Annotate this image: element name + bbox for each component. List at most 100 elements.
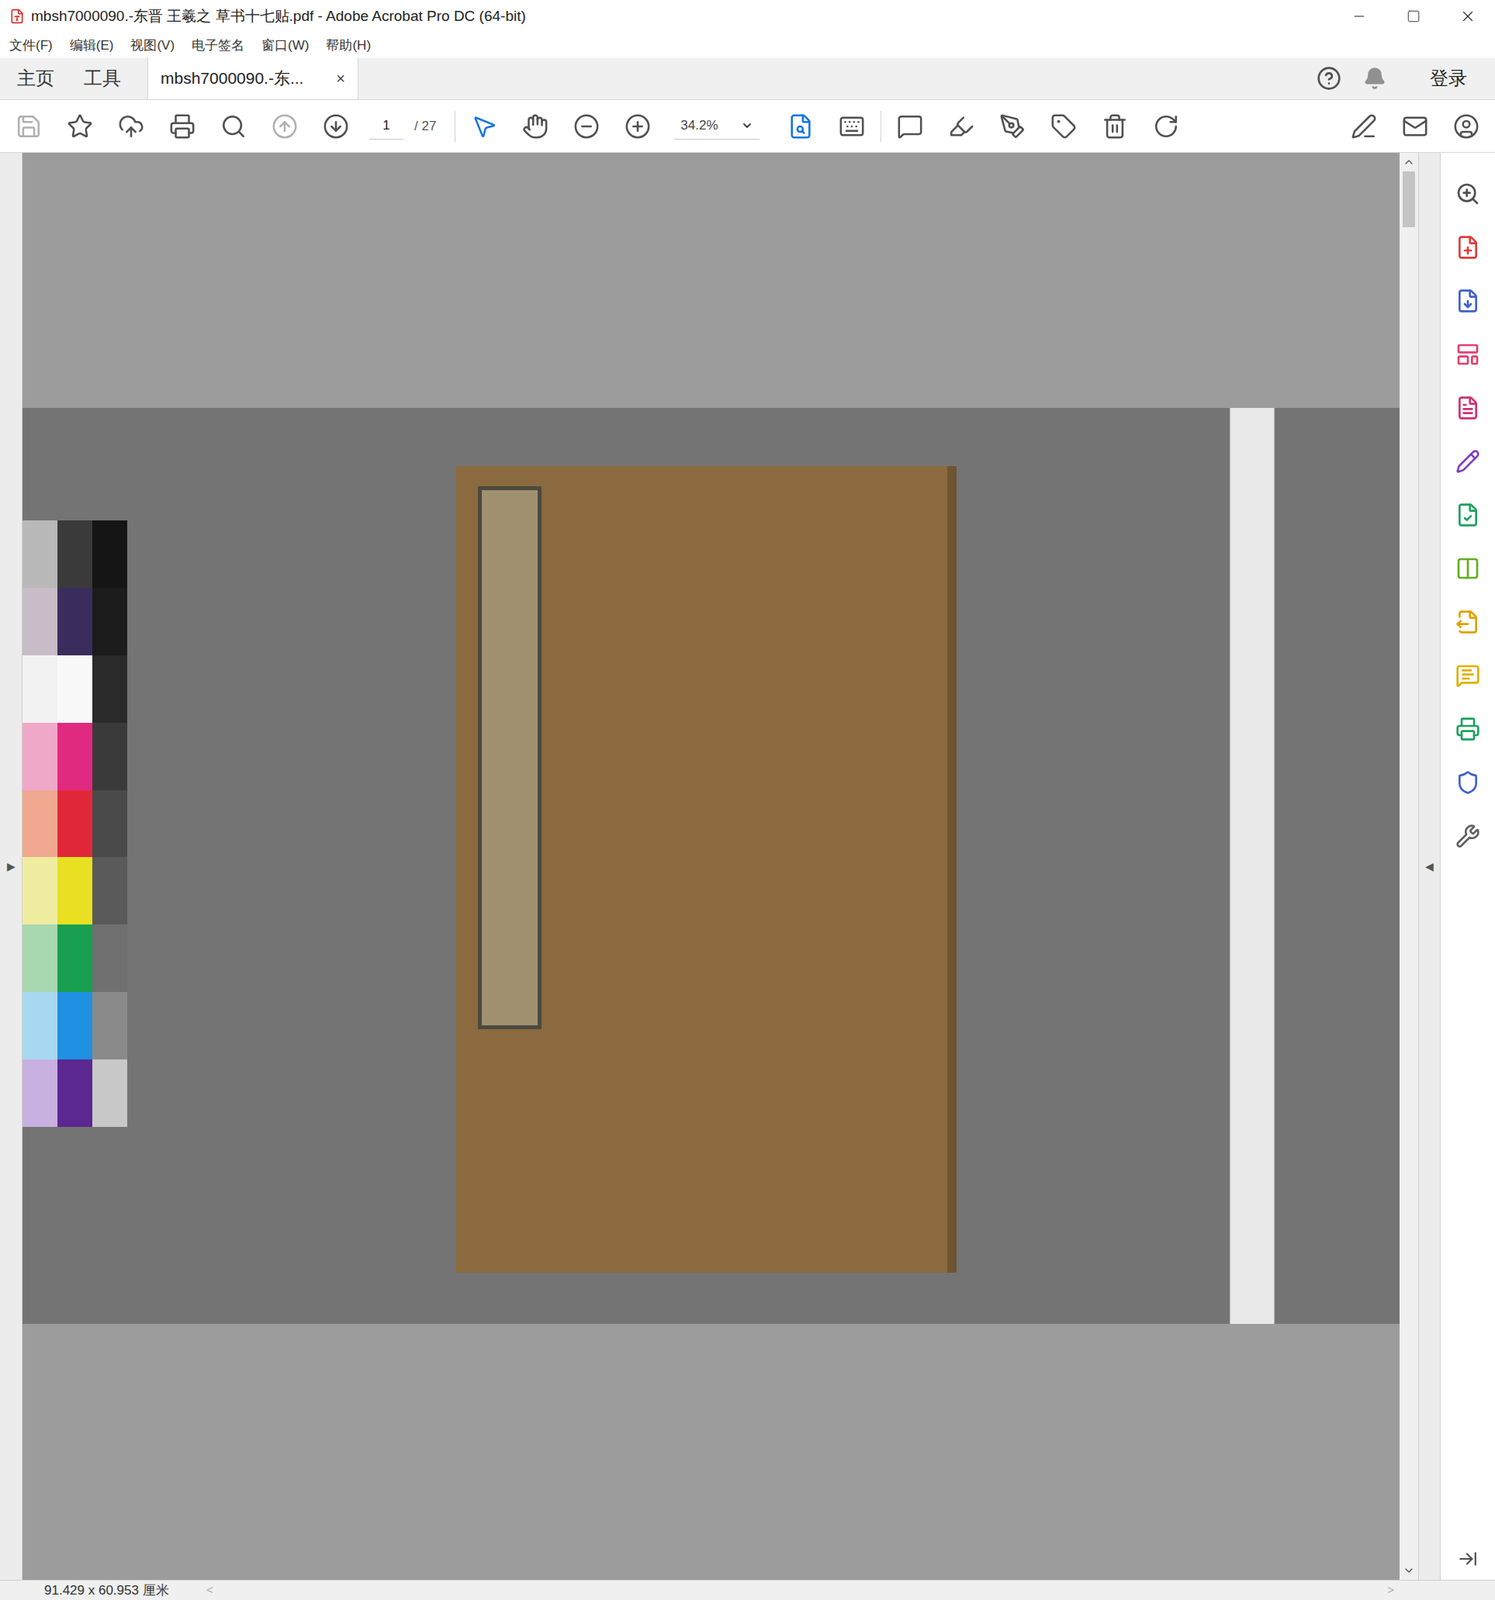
stamp-button[interactable]: [1038, 103, 1090, 150]
menu-item[interactable]: 视图(V): [130, 35, 175, 56]
close-icon: [1459, 7, 1477, 25]
create-pdf-tool[interactable]: [1455, 220, 1481, 274]
organize-tool[interactable]: [1455, 327, 1481, 381]
find-button[interactable]: [207, 103, 260, 150]
send-review-tool[interactable]: [1455, 487, 1481, 542]
more-tools-tool[interactable]: [1455, 809, 1481, 863]
email-button[interactable]: [1389, 103, 1441, 150]
upload-button[interactable]: [105, 103, 157, 150]
dropdown-icon: [740, 119, 754, 132]
left-panel-toggle[interactable]: ▶: [0, 152, 23, 1581]
scrollbar-thumb[interactable]: [1402, 171, 1416, 228]
help-icon[interactable]: [1316, 65, 1342, 91]
scroll-up-icon[interactable]: [1402, 155, 1416, 169]
bookmark-button[interactable]: [54, 103, 106, 150]
print-button[interactable]: [156, 103, 208, 150]
maximize-icon: [1406, 9, 1421, 24]
rotate-icon: [1152, 113, 1180, 140]
fit-page-icon: [787, 113, 814, 140]
bookmark-icon: [66, 113, 94, 140]
scroll-left[interactable]: <: [203, 1581, 217, 1600]
select-tool-button[interactable]: [458, 103, 510, 150]
compare-tool[interactable]: [1455, 541, 1481, 596]
vertical-scrollbar[interactable]: [1399, 152, 1419, 1581]
organize-icon: [1455, 342, 1481, 367]
fill-sign-tool[interactable]: [1455, 434, 1481, 488]
share-tool[interactable]: [1455, 595, 1481, 649]
menu-item[interactable]: 电子签名: [191, 35, 245, 56]
draw-icon: [999, 113, 1026, 140]
send-review-icon: [1455, 502, 1481, 528]
nav-tab[interactable]: 工具: [83, 64, 122, 93]
collapse-pane-icon[interactable]: [1457, 1549, 1478, 1570]
stamp-icon: [1050, 113, 1077, 140]
minimize-button[interactable]: [1332, 8, 1387, 25]
page-number-field[interactable]: 1: [369, 113, 404, 140]
close-button[interactable]: [1440, 7, 1495, 25]
save-button[interactable]: [3, 103, 55, 150]
bell-icon[interactable]: [1363, 66, 1387, 90]
protect-tool[interactable]: [1455, 755, 1481, 810]
document-view: [22, 152, 1400, 1581]
document-tab[interactable]: mbsh7000090.-东...×: [147, 57, 359, 100]
menu-item[interactable]: 窗口(W): [261, 35, 309, 56]
toolbar: 1 / 27 34.2%: [0, 100, 1495, 153]
comment-icon: [896, 113, 924, 140]
zoom-field[interactable]: 34.2%: [674, 113, 760, 140]
menu-item[interactable]: 帮助(H): [325, 35, 371, 56]
scroll-down-icon[interactable]: [1402, 1564, 1416, 1578]
delete-icon: [1101, 113, 1129, 140]
highlight-button[interactable]: [935, 103, 987, 150]
save-icon: [15, 113, 42, 140]
book-cover: [456, 466, 957, 1274]
previous-page-button[interactable]: [259, 103, 311, 150]
share-user-button[interactable]: [1440, 103, 1492, 150]
create-pdf-icon: [1455, 235, 1481, 260]
minimize-icon: [1351, 8, 1367, 25]
delete-button[interactable]: [1089, 103, 1141, 150]
edit-pdf-icon: [1455, 395, 1481, 421]
nav-tab[interactable]: 主页: [17, 64, 55, 93]
zoom-out-button[interactable]: [560, 103, 613, 150]
fit-page-button[interactable]: [775, 103, 827, 150]
zoom-out-icon: [573, 113, 600, 140]
scroll-mode-button[interactable]: [826, 103, 878, 150]
email-icon: [1401, 113, 1429, 140]
right-panel-toggle[interactable]: ◀: [1418, 152, 1441, 1581]
export-pdf-tool[interactable]: [1455, 273, 1481, 328]
page-count: / 27: [414, 116, 437, 137]
menu-item[interactable]: 文件(F): [9, 35, 53, 56]
zoom-tool[interactable]: [1455, 166, 1481, 221]
color-chart: [22, 520, 128, 1128]
page-dimensions: 91.429 x 60.953 厘米: [0, 1581, 204, 1600]
hand-tool-button[interactable]: [509, 103, 561, 150]
zoom-in-icon: [624, 113, 651, 140]
menu-bar: 文件(F) 编辑(E) 视图(V) 电子签名窗口(W) 帮助(H): [0, 32, 1495, 59]
draw-button[interactable]: [986, 103, 1039, 150]
document-tab-close[interactable]: ×: [335, 66, 346, 90]
zoom-in-button[interactable]: [612, 103, 664, 150]
select-tool-icon: [470, 113, 498, 140]
comment-button[interactable]: [884, 103, 936, 150]
toolbar-divider: [880, 110, 882, 142]
share-icon: [1455, 609, 1481, 635]
zoom-icon: [1455, 181, 1481, 207]
print-production-tool[interactable]: [1455, 702, 1481, 756]
scroll-right[interactable]: >: [1384, 1581, 1398, 1600]
previous-page-icon: [271, 113, 298, 140]
compare-icon: [1455, 556, 1481, 582]
fill-sign-icon: [1455, 449, 1481, 475]
next-page-button[interactable]: [310, 103, 362, 150]
hand-tool-icon: [522, 113, 549, 140]
print-production-icon: [1455, 716, 1481, 742]
menu-item[interactable]: 编辑(E): [69, 35, 115, 56]
comment-tool[interactable]: [1455, 648, 1481, 703]
tab-bar: 主页工具 mbsh7000090.-东...× 登录: [0, 58, 1495, 101]
maximize-button[interactable]: [1386, 9, 1441, 24]
window-title: mbsh7000090.-东晋 王羲之 草书十七贴.pdf - Adobe Ac…: [31, 5, 527, 28]
sign-in-button[interactable]: 登录: [1429, 64, 1468, 93]
sign-button[interactable]: [1338, 103, 1390, 150]
rotate-button[interactable]: [1140, 103, 1192, 150]
find-icon: [220, 113, 247, 140]
edit-pdf-tool[interactable]: [1455, 380, 1481, 435]
